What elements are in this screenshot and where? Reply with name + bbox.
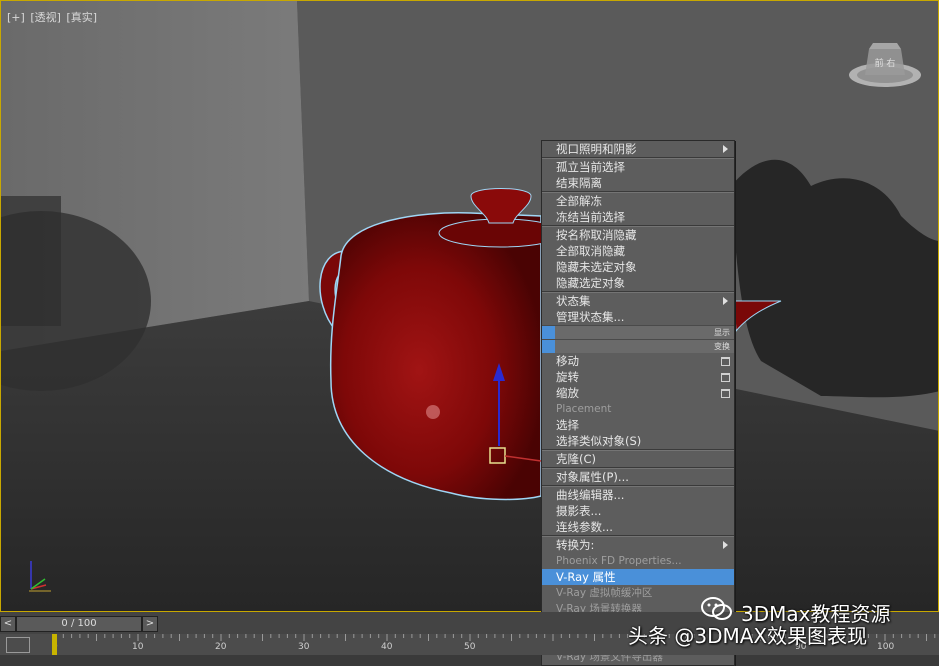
tick-label: 40 [381, 642, 393, 652]
menu-item-label: 隐藏未选定对象 [556, 260, 637, 274]
menu-item-label: Placement [556, 403, 612, 415]
quad-display-header[interactable]: 显示 [542, 325, 734, 339]
menu-item[interactable]: 移动 [542, 353, 734, 369]
tick-label: 50 [464, 642, 476, 652]
menu-item-label: 缩放 [556, 386, 579, 400]
timeline-key-icon[interactable] [6, 637, 30, 653]
menu-display-section: 视口照明和阴影 孤立当前选择 结束隔离全部解冻冻结当前选择 按名称取消隐藏 全部取消隐藏… [542, 141, 734, 325]
menu-item[interactable]: 摄影表... [542, 503, 734, 519]
wechat-icon [701, 597, 732, 620]
menu-item[interactable]: 旋转 [542, 369, 734, 385]
menu-item[interactable]: 全部解冻 [542, 193, 734, 209]
frame-counter[interactable]: 0 / 100 [16, 616, 142, 632]
left-wall-dark [1, 196, 61, 326]
menu-item[interactable]: 对象属性(P)... [542, 469, 734, 485]
menu-item[interactable]: 隐藏未选定对象 [542, 259, 734, 275]
menu-item[interactable]: 按名称取消隐藏 [542, 227, 734, 243]
menu-item[interactable]: 管理状态集... [542, 309, 734, 325]
quad-transform-header[interactable]: 变换 [542, 339, 734, 353]
menu-item[interactable]: 缩放 [542, 385, 734, 401]
menu-item[interactable]: 状态集 [542, 293, 734, 309]
menu-item-label: 全部取消隐藏 [556, 244, 625, 258]
settings-box-icon[interactable] [721, 357, 730, 366]
tick-label: 30 [298, 642, 310, 652]
menu-item[interactable]: 选择 [542, 417, 734, 433]
menu-item[interactable]: 转换为: [542, 537, 734, 553]
menu-item[interactable]: V-Ray 属性 [542, 569, 734, 585]
menu-item-label: 克隆(C) [556, 452, 597, 466]
menu-item-label: 转换为: [556, 538, 595, 552]
menu-item-label: 按名称取消隐藏 [556, 228, 637, 242]
menu-item[interactable]: 克隆(C) [542, 451, 734, 467]
settings-box-icon[interactable] [721, 373, 730, 382]
menu-item-label: 管理状态集... [556, 310, 625, 324]
menu-item[interactable]: 结束隔离 [542, 175, 734, 191]
menu-item-label: 状态集 [556, 294, 591, 308]
menu-item-label: V-Ray 属性 [556, 570, 616, 584]
viewport-shading-mode[interactable]: [真实] [66, 11, 97, 24]
menu-item-label: 旋转 [556, 370, 579, 384]
menu-item-label: Phoenix FD Properties... [556, 555, 682, 567]
menu-item-label: 视口照明和阴影 [556, 142, 637, 156]
quad-display-label: 显示 [714, 328, 730, 337]
menu-item-label: 曲线编辑器... [556, 488, 625, 502]
menu-item-label: 结束隔离 [556, 176, 602, 190]
menu-item[interactable]: 曲线编辑器... [542, 487, 734, 503]
menu-item-label: 冻结当前选择 [556, 210, 625, 224]
tick-label: 20 [215, 642, 227, 652]
menu-item[interactable]: 孤立当前选择 [542, 159, 734, 175]
menu-item[interactable]: 隐藏选定对象 [542, 275, 734, 291]
menu-item[interactable]: 连线参数... [542, 519, 734, 535]
quad-display-indicator [542, 326, 555, 339]
menu-item-label: 选择 [556, 418, 579, 432]
quad-context-menu[interactable]: 视口照明和阴影 孤立当前选择 结束隔离全部解冻冻结当前选择 按名称取消隐藏 全部取消隐藏… [541, 140, 735, 666]
viewcube-label: 前 右 [875, 57, 896, 69]
menu-item[interactable]: 冻结当前选择 [542, 209, 734, 225]
menu-item-label: 对象属性(P)... [556, 470, 629, 484]
tick-label: 10 [132, 642, 144, 652]
submenu-arrow-icon [723, 541, 728, 549]
viewport-scene[interactable] [1, 1, 939, 612]
watermark: 3DMax教程资源 头条 @3DMAX效果图表现 [628, 596, 938, 648]
menu-item: Placement [542, 401, 734, 417]
watermark-line2: 头条 @3DMAX效果图表现 [628, 624, 868, 648]
menu-item: Phoenix FD Properties... [542, 553, 734, 569]
time-slider-thumb[interactable] [52, 634, 57, 655]
submenu-arrow-icon [723, 297, 728, 305]
viewcube[interactable]: 前 右 [847, 39, 923, 91]
menu-item-label: 隐藏选定对象 [556, 276, 625, 290]
menu-item-label: 移动 [556, 354, 579, 368]
viewport-label[interactable]: [+] [透视] [真实] [7, 9, 99, 25]
menu-item-label: 孤立当前选择 [556, 160, 625, 174]
menu-item-label: 连线参数... [556, 520, 613, 534]
viewport-view-mode[interactable]: [透视] [30, 11, 61, 24]
next-frame-button[interactable]: > [142, 616, 158, 632]
quad-transform-indicator [542, 340, 555, 353]
perspective-viewport[interactable]: [+] [透视] [真实] 前 右 [0, 0, 939, 612]
prev-frame-button[interactable]: < [0, 616, 16, 632]
submenu-arrow-icon [723, 145, 728, 153]
menu-item[interactable]: 全部取消隐藏 [542, 243, 734, 259]
settings-box-icon[interactable] [721, 389, 730, 398]
menu-item[interactable]: 视口照明和阴影 [542, 141, 734, 157]
menu-item-label: 选择类似对象(S) [556, 434, 642, 448]
menu-item[interactable]: 选择类似对象(S) [542, 433, 734, 449]
menu-item-label: 摄影表... [556, 504, 602, 518]
menu-item-label: 全部解冻 [556, 194, 602, 208]
teapot-highlight [426, 405, 440, 419]
viewport-plus-menu[interactable]: [+] [7, 11, 25, 24]
quad-transform-label: 变换 [714, 342, 730, 351]
